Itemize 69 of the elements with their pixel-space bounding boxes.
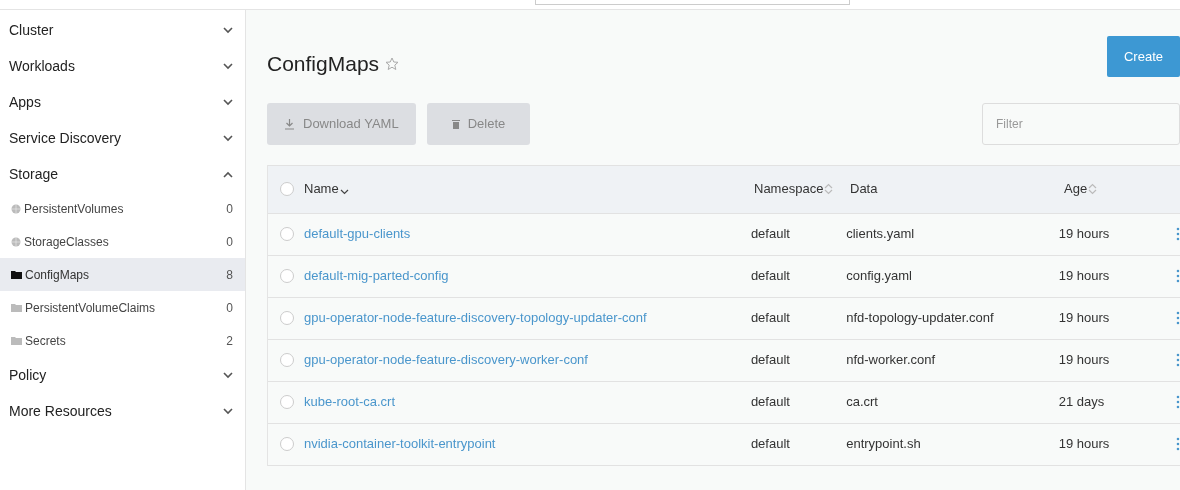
table-cell: clients.yaml — [846, 226, 915, 242]
table-cell: default — [750, 394, 790, 410]
table-cell: ca.crt — [846, 394, 878, 410]
chevron-down-icon — [223, 62, 233, 70]
row-checkbox[interactable] — [280, 353, 294, 367]
column-header[interactable]: Age — [1064, 179, 1088, 199]
nav-item[interactable]: StorageClasses 0 — [0, 225, 245, 258]
nav-group[interactable]: Workloads — [0, 48, 245, 84]
nav-item[interactable]: PersistentVolumeClaims 0 — [0, 291, 245, 324]
nav-group[interactable]: Cluster — [0, 12, 245, 48]
download-icon — [284, 117, 295, 130]
table-cell: default — [750, 310, 790, 326]
chevron-down-icon — [223, 134, 233, 142]
column-header[interactable]: Namespace — [754, 179, 824, 199]
table-cell: 21 days — [1058, 394, 1105, 410]
row-checkbox[interactable] — [280, 437, 294, 451]
column-header[interactable]: Name — [304, 179, 339, 199]
chevron-down-icon — [223, 98, 233, 106]
trash-icon — [451, 118, 460, 129]
globe-icon — [11, 236, 21, 247]
kebab-menu-icon[interactable] — [1176, 437, 1180, 451]
row-checkbox[interactable] — [280, 227, 294, 241]
filter-field[interactable]: Filter — [982, 102, 1180, 145]
table-cell: entrypoint.sh — [846, 436, 921, 452]
table-cell: 19 hours — [1058, 226, 1110, 242]
column-header: Data — [850, 180, 878, 199]
page-title: ConfigMaps — [267, 51, 380, 77]
nav-group[interactable]: More Resources — [0, 393, 245, 429]
kebab-menu-icon[interactable] — [1176, 395, 1180, 409]
item-count: 0 — [226, 233, 233, 251]
select-all-checkbox[interactable] — [280, 182, 294, 196]
chevron-up-icon — [223, 170, 233, 178]
row-checkbox[interactable] — [280, 311, 294, 325]
chevron-down-icon — [223, 371, 233, 379]
chevron-down-icon — [223, 26, 233, 34]
folder-icon — [11, 303, 22, 312]
globe-icon — [11, 203, 21, 214]
folder-icon — [11, 270, 22, 279]
folder-icon — [11, 336, 22, 345]
item-count: 2 — [226, 332, 233, 350]
nav-group[interactable]: Apps — [0, 84, 245, 120]
kebab-menu-icon[interactable] — [1176, 311, 1180, 325]
table-cell: nfd-topology-updater.conf — [846, 310, 994, 326]
kebab-menu-icon[interactable] — [1176, 353, 1180, 367]
row-checkbox[interactable] — [280, 269, 294, 283]
table-cell: 19 hours — [1058, 268, 1110, 284]
kebab-menu-icon[interactable] — [1176, 227, 1180, 241]
item-count: 0 — [226, 200, 233, 218]
table-cell: nfd-worker.conf — [846, 352, 936, 368]
nav-item[interactable]: Secrets 2 — [0, 324, 245, 357]
table-cell: default — [750, 226, 790, 242]
table-cell: default — [750, 268, 790, 284]
item-count: 0 — [226, 299, 233, 317]
chevron-down-icon — [223, 407, 233, 415]
item-count: 8 — [226, 266, 233, 284]
table-cell: 19 hours — [1058, 436, 1110, 452]
table-cell: default — [750, 352, 790, 368]
nav-group[interactable]: Service Discovery — [0, 120, 245, 156]
nav-group[interactable]: Policy — [0, 357, 245, 393]
row-checkbox[interactable] — [280, 395, 294, 409]
star-icon[interactable] — [385, 56, 400, 71]
table-cell: 19 hours — [1058, 352, 1110, 368]
kebab-menu-icon[interactable] — [1176, 269, 1180, 283]
table-cell: default — [750, 436, 790, 452]
nav-item[interactable]: PersistentVolumes 0 — [0, 192, 245, 225]
table-cell: config.yaml — [846, 268, 912, 284]
nav-item[interactable]: ConfigMaps 8 — [0, 258, 245, 291]
nav-group[interactable]: Storage — [0, 156, 245, 192]
table-cell: 19 hours — [1058, 310, 1110, 326]
